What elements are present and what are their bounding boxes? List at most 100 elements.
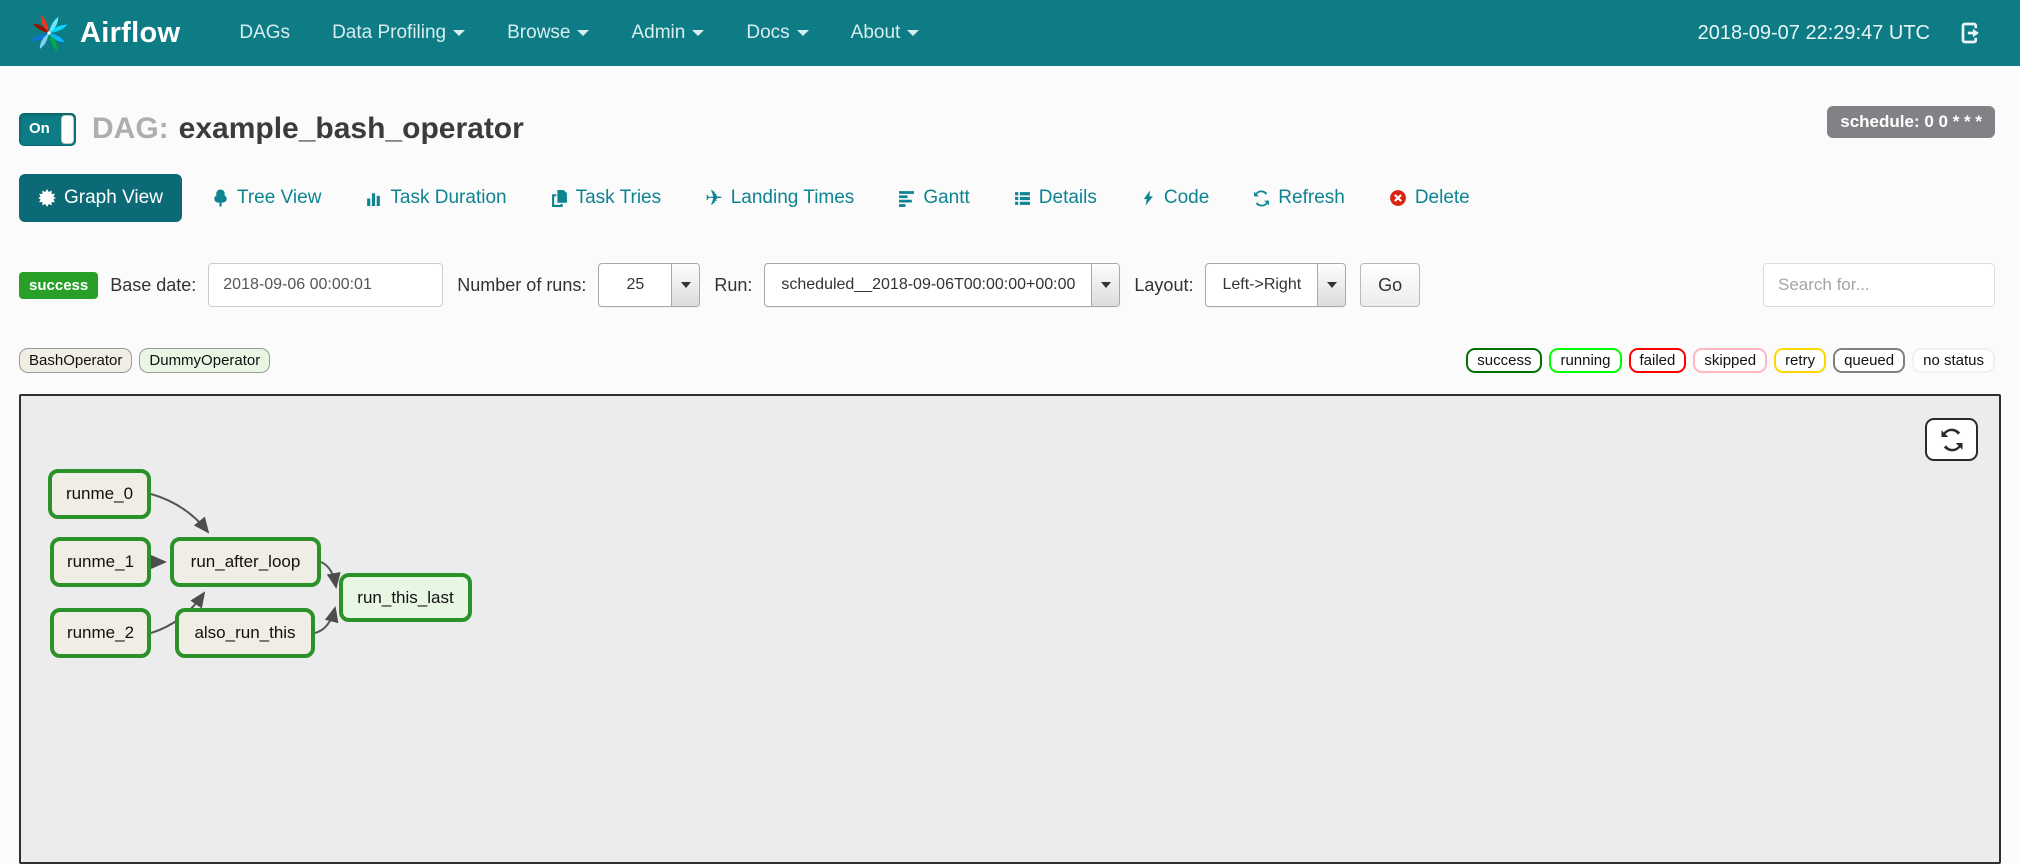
dag-header: On DAG: example_bash_operator schedule: … bbox=[19, 106, 1995, 146]
nav-item-label: About bbox=[850, 22, 901, 43]
airflow-brand[interactable]: Airflow bbox=[28, 12, 180, 54]
nav-item-label: Docs bbox=[746, 22, 790, 43]
chevron-down-icon bbox=[1317, 264, 1346, 306]
tab-label: Landing Times bbox=[730, 187, 855, 208]
num-runs-label: Number of runs: bbox=[457, 274, 587, 295]
state-badge-failed: failed bbox=[1628, 348, 1687, 373]
task-node-runme_0[interactable]: runme_0 bbox=[48, 469, 151, 519]
nav-item-label: Browse bbox=[507, 22, 571, 43]
task-node-runme_2[interactable]: runme_2 bbox=[50, 608, 151, 658]
edge-also_run_this-to-run_this_last bbox=[314, 606, 339, 634]
view-tabs: Graph View Tree View Task Duration Task Tri… bbox=[19, 174, 1995, 222]
operator-badge-bashoperator: BashOperator bbox=[19, 348, 133, 373]
tab-label: Tree View bbox=[236, 187, 322, 208]
caret-down-icon bbox=[453, 30, 466, 36]
layout-label: Layout: bbox=[1134, 274, 1194, 295]
state-badge-queued: queued bbox=[1833, 348, 1906, 373]
tab-delete[interactable]: Delete bbox=[1367, 187, 1492, 209]
tab-label: Graph View bbox=[64, 187, 163, 208]
tab-label: Task Tries bbox=[575, 187, 662, 208]
run-value: scheduled__2018-09-06T00:00:00+00:00 bbox=[781, 276, 1076, 293]
nav-item-label: Data Profiling bbox=[332, 22, 447, 43]
delete-icon bbox=[1389, 189, 1407, 207]
caret-down-icon bbox=[692, 30, 705, 36]
caret-down-icon bbox=[577, 30, 590, 36]
nav-item-browse[interactable]: Browse bbox=[486, 0, 610, 66]
task-node-run_this_last[interactable]: run_this_last bbox=[339, 573, 472, 622]
brand-label: Airflow bbox=[80, 16, 181, 49]
state-badge-skipped: skipped bbox=[1693, 348, 1768, 373]
operator-legend: BashOperator DummyOperator bbox=[19, 348, 271, 373]
state-badge-running: running bbox=[1549, 348, 1622, 373]
task-node-runme_1[interactable]: runme_1 bbox=[50, 537, 151, 587]
tab-graph-view[interactable]: Graph View bbox=[19, 174, 182, 222]
navbar: Airflow DAGs Data Profiling Browse Admin Doc… bbox=[0, 0, 2020, 66]
dag-edges bbox=[150, 493, 341, 634]
state-badge-no-status: no status bbox=[1912, 348, 1995, 373]
state-legend: success running failed skipped retry queued no… bbox=[1466, 348, 1995, 373]
tab-tree-view[interactable]: Tree View bbox=[190, 187, 343, 209]
tab-gantt[interactable]: Gantt bbox=[876, 187, 991, 209]
nav-item-label: Admin bbox=[631, 22, 686, 43]
nav-item-label: DAGs bbox=[239, 22, 291, 43]
utc-clock: 2018-09-07 22:29:47 UTC bbox=[1697, 21, 1930, 44]
run-select[interactable]: scheduled__2018-09-06T00:00:00+00:00 bbox=[764, 263, 1121, 307]
tab-code[interactable]: Code bbox=[1119, 187, 1231, 209]
num-runs-value: 25 bbox=[626, 276, 645, 293]
dag-prefix-label: DAG: bbox=[92, 112, 169, 145]
state-badge-retry: retry bbox=[1774, 348, 1827, 373]
nav-item-docs[interactable]: Docs bbox=[725, 0, 829, 66]
toggle-knob bbox=[61, 114, 74, 144]
gantt-icon bbox=[898, 190, 915, 207]
bar-chart-icon bbox=[365, 190, 382, 207]
files-icon bbox=[551, 189, 568, 207]
tab-label: Delete bbox=[1414, 187, 1470, 208]
layout-value: Left->Right bbox=[1222, 276, 1302, 293]
chevron-down-icon bbox=[671, 264, 700, 306]
edge-runme_0-to-run_after_loop bbox=[150, 493, 210, 534]
plane-icon: ✈ bbox=[705, 186, 723, 210]
toggle-on-label: On bbox=[29, 119, 50, 137]
search-input[interactable] bbox=[1763, 263, 1995, 307]
base-date-input[interactable] bbox=[208, 263, 444, 307]
state-badge-success: success bbox=[1466, 348, 1543, 373]
tab-details[interactable]: Details bbox=[992, 187, 1119, 209]
refresh-icon bbox=[1253, 189, 1270, 207]
tab-label: Gantt bbox=[923, 187, 970, 208]
tab-task-tries[interactable]: Task Tries bbox=[529, 187, 684, 209]
tab-landing-times[interactable]: ✈ Landing Times bbox=[683, 187, 876, 209]
nav-item-admin[interactable]: Admin bbox=[610, 0, 725, 66]
task-node-also_run_this[interactable]: also_run_this bbox=[175, 608, 315, 658]
caret-down-icon bbox=[796, 30, 809, 36]
main-nav: DAGs Data Profiling Browse Admin Docs About bbox=[218, 0, 940, 66]
task-node-run_after_loop[interactable]: run_after_loop bbox=[170, 537, 321, 587]
bolt-icon bbox=[1141, 189, 1156, 207]
legend-row: BashOperator DummyOperator success running… bbox=[19, 348, 1995, 373]
graph-view-icon bbox=[38, 189, 56, 207]
chevron-down-icon bbox=[1091, 264, 1120, 306]
operator-badge-dummyoperator: DummyOperator bbox=[139, 348, 271, 373]
go-button[interactable]: Go bbox=[1360, 263, 1421, 307]
filter-bar: success Base date: Number of runs: 25 Ru… bbox=[19, 262, 1995, 308]
logout-icon[interactable] bbox=[1960, 21, 1984, 45]
dag-graph-canvas: runme_0 runme_1 runme_2 run_after_loop also_… bbox=[19, 394, 2001, 864]
tab-label: Details bbox=[1038, 187, 1097, 208]
tab-task-duration[interactable]: Task Duration bbox=[343, 187, 528, 209]
layout-select[interactable]: Left->Right bbox=[1205, 263, 1347, 307]
nav-item-about[interactable]: About bbox=[830, 0, 941, 66]
navbar-right: 2018-09-07 22:29:47 UTC bbox=[1698, 21, 1984, 45]
dagrun-state-badge: success bbox=[19, 271, 99, 299]
caret-down-icon bbox=[907, 30, 920, 36]
base-date-label: Base date: bbox=[110, 274, 197, 295]
tab-refresh[interactable]: Refresh bbox=[1231, 187, 1367, 209]
nav-item-dags[interactable]: DAGs bbox=[218, 0, 311, 66]
airflow-logo-icon bbox=[28, 12, 70, 54]
graph-refresh-button[interactable] bbox=[1925, 418, 1978, 461]
dag-name: example_bash_operator bbox=[178, 112, 524, 145]
dag-on-off-toggle[interactable]: On bbox=[19, 112, 76, 146]
tab-label: Task Duration bbox=[390, 187, 507, 208]
num-runs-select[interactable]: 25 bbox=[598, 263, 701, 307]
run-label: Run: bbox=[714, 274, 753, 295]
nav-item-data-profiling[interactable]: Data Profiling bbox=[311, 0, 486, 66]
schedule-badge: schedule: 0 0 * * * bbox=[1827, 106, 1995, 138]
